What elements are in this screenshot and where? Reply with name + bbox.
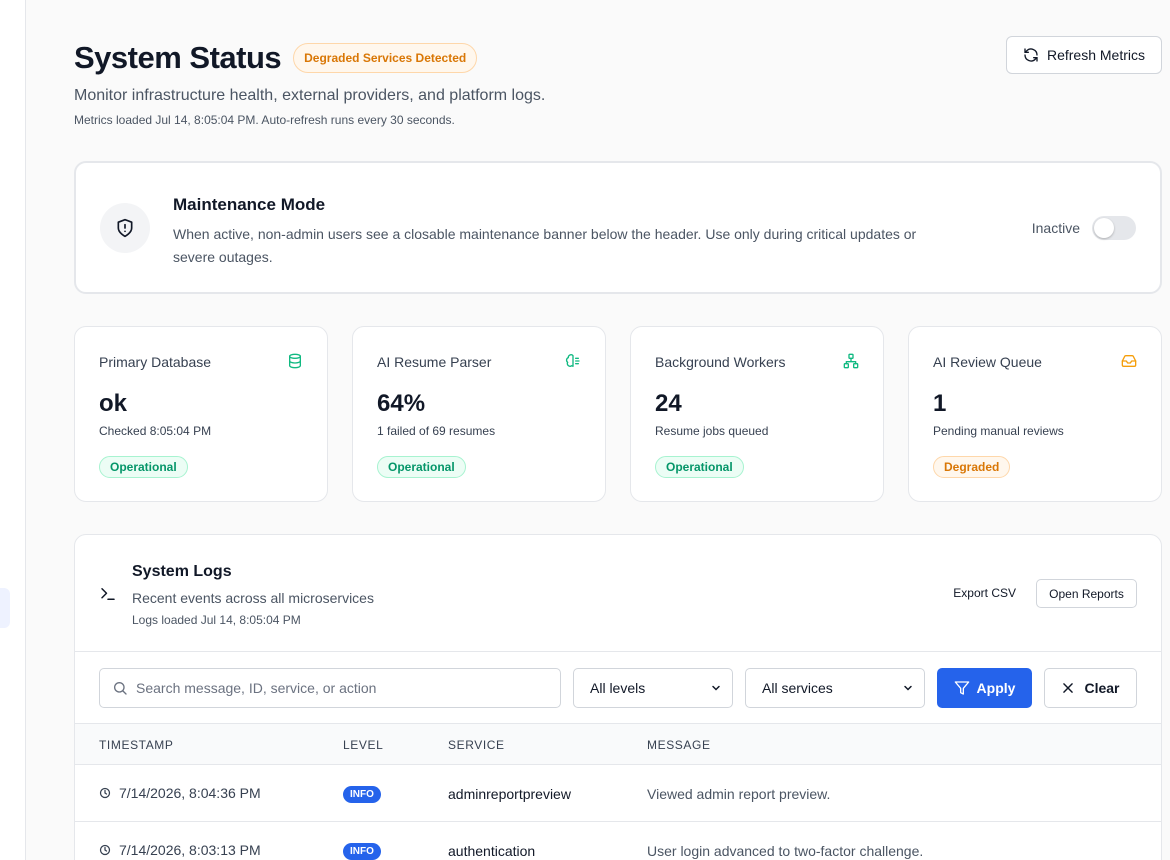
filter-icon: [954, 681, 969, 695]
column-header-level[interactable]: LEVEL: [343, 738, 383, 752]
maintenance-state-label: Inactive: [1031, 220, 1080, 236]
clear-filters-button[interactable]: Clear: [1044, 668, 1137, 708]
refresh-metrics-label: Refresh Metrics: [1046, 47, 1146, 63]
brain-icon: [565, 354, 580, 367]
page-title: System Status: [74, 40, 282, 75]
metric-subtext: Pending manual reviews: [933, 424, 1064, 438]
timestamp-cell: 7/14/2026, 8:04:36 PM: [99, 785, 261, 801]
chevron-down-icon: [904, 685, 912, 691]
export-csv-button[interactable]: Export CSV: [953, 586, 1016, 600]
timestamp-text: 7/14/2026, 8:04:36 PM: [119, 785, 261, 801]
close-icon: [1063, 683, 1074, 693]
metric-card-ai-resume-parser: AI Resume Parser 64% 1 failed of 69 resu…: [352, 326, 606, 502]
toggle-knob: [1094, 218, 1114, 238]
chevron-down-icon: [712, 685, 720, 691]
logs-header: System Logs Recent events across all mic…: [75, 535, 1161, 652]
clock-icon: [99, 787, 111, 799]
service-filter-value: All services: [762, 680, 833, 696]
refresh-metrics-button[interactable]: Refresh Metrics: [1006, 36, 1162, 74]
inbox-icon: [1121, 355, 1137, 367]
table-row[interactable]: 7/14/2026, 8:04:36 PM INFO adminreportpr…: [75, 765, 1161, 822]
apply-label: Apply: [976, 680, 1016, 696]
column-header-timestamp[interactable]: TIMESTAMP: [99, 738, 174, 752]
maintenance-icon-container: [100, 203, 150, 253]
metric-subtext: Resume jobs queued: [655, 424, 769, 438]
open-reports-button[interactable]: Open Reports: [1036, 579, 1137, 608]
metric-label: AI Review Queue: [933, 354, 1042, 370]
metric-status-badge: Operational: [99, 456, 188, 478]
logs-title: System Logs: [132, 563, 232, 580]
logs-table-header: TIMESTAMP LEVEL SERVICE MESSAGE: [75, 724, 1161, 765]
metric-value: ok: [99, 390, 128, 417]
metric-value: 24: [655, 390, 682, 417]
network-icon: [843, 353, 859, 369]
page-header: System Status Degraded Services Detected…: [74, 0, 1162, 140]
metric-subtext: Checked 8:05:04 PM: [99, 424, 212, 438]
log-search-input[interactable]: [136, 680, 536, 696]
timestamp-cell: 7/14/2026, 8:03:13 PM: [99, 842, 261, 858]
metrics-loaded-text: Metrics loaded Jul 14, 8:05:04 PM. Auto-…: [74, 113, 455, 127]
metric-status-badge: Operational: [377, 456, 466, 478]
title-row: System Status Degraded Services Detected: [74, 40, 478, 76]
metric-label: AI Resume Parser: [377, 354, 492, 370]
level-badge: INFO: [343, 786, 381, 803]
metric-label: Background Workers: [655, 354, 786, 370]
sidebar-active-item[interactable]: [0, 588, 10, 628]
logs-filter-bar: All levels All services Apply Clear: [75, 652, 1161, 724]
sidebar: [0, 0, 26, 860]
level-filter-select[interactable]: All levels: [573, 668, 733, 708]
message-cell: Viewed admin report preview.: [647, 786, 831, 802]
metric-card-ai-review-queue: AI Review Queue 1 Pending manual reviews…: [908, 326, 1162, 502]
maintenance-card: Maintenance Mode When active, non-admin …: [74, 161, 1162, 294]
database-icon: [289, 353, 301, 369]
status-badge: Degraded Services Detected: [293, 43, 478, 73]
logs-description: Recent events across all microservices: [132, 590, 374, 606]
column-header-service[interactable]: SERVICE: [448, 738, 505, 752]
apply-filters-button[interactable]: Apply: [937, 668, 1032, 708]
log-search-box: [99, 668, 561, 708]
metric-card-primary-database: Primary Database ok Checked 8:05:04 PM O…: [74, 326, 328, 502]
metric-status-badge: Operational: [655, 456, 744, 478]
level-filter-value: All levels: [590, 680, 646, 696]
shield-alert-icon: [117, 218, 133, 238]
column-header-message[interactable]: MESSAGE: [647, 738, 711, 752]
service-filter-select[interactable]: All services: [745, 668, 925, 708]
maintenance-title: Maintenance Mode: [173, 195, 326, 214]
timestamp-text: 7/14/2026, 8:03:13 PM: [119, 842, 261, 858]
refresh-icon: [1024, 48, 1038, 62]
metric-label: Primary Database: [99, 354, 212, 370]
metric-card-background-workers: Background Workers 24 Resume jobs queued…: [630, 326, 884, 502]
service-cell: adminreportpreview: [448, 786, 571, 802]
metric-subtext: 1 failed of 69 resumes: [377, 424, 496, 438]
search-icon: [114, 682, 127, 695]
terminal-icon: [101, 588, 115, 600]
maintenance-toggle[interactable]: [1092, 216, 1136, 240]
clear-label: Clear: [1084, 680, 1120, 696]
level-badge: INFO: [343, 843, 381, 860]
message-cell: User login advanced to two-factor challe…: [647, 843, 924, 859]
metric-value: 1: [933, 390, 947, 417]
clock-icon: [99, 844, 111, 856]
page-subtitle: Monitor infrastructure health, external …: [74, 87, 546, 104]
maintenance-description: When active, non-admin users see a closa…: [173, 226, 917, 265]
service-cell: authentication: [448, 843, 536, 859]
system-logs-card: System Logs Recent events across all mic…: [74, 534, 1162, 860]
table-row[interactable]: 7/14/2026, 8:03:13 PM INFO authenticatio…: [75, 822, 1161, 860]
metric-value: 64%: [377, 390, 426, 417]
metric-status-badge: Degraded: [933, 456, 1011, 478]
main-content: System Status Degraded Services Detected…: [74, 0, 1162, 860]
logs-loaded-text: Logs loaded Jul 14, 8:05:04 PM: [132, 613, 301, 627]
